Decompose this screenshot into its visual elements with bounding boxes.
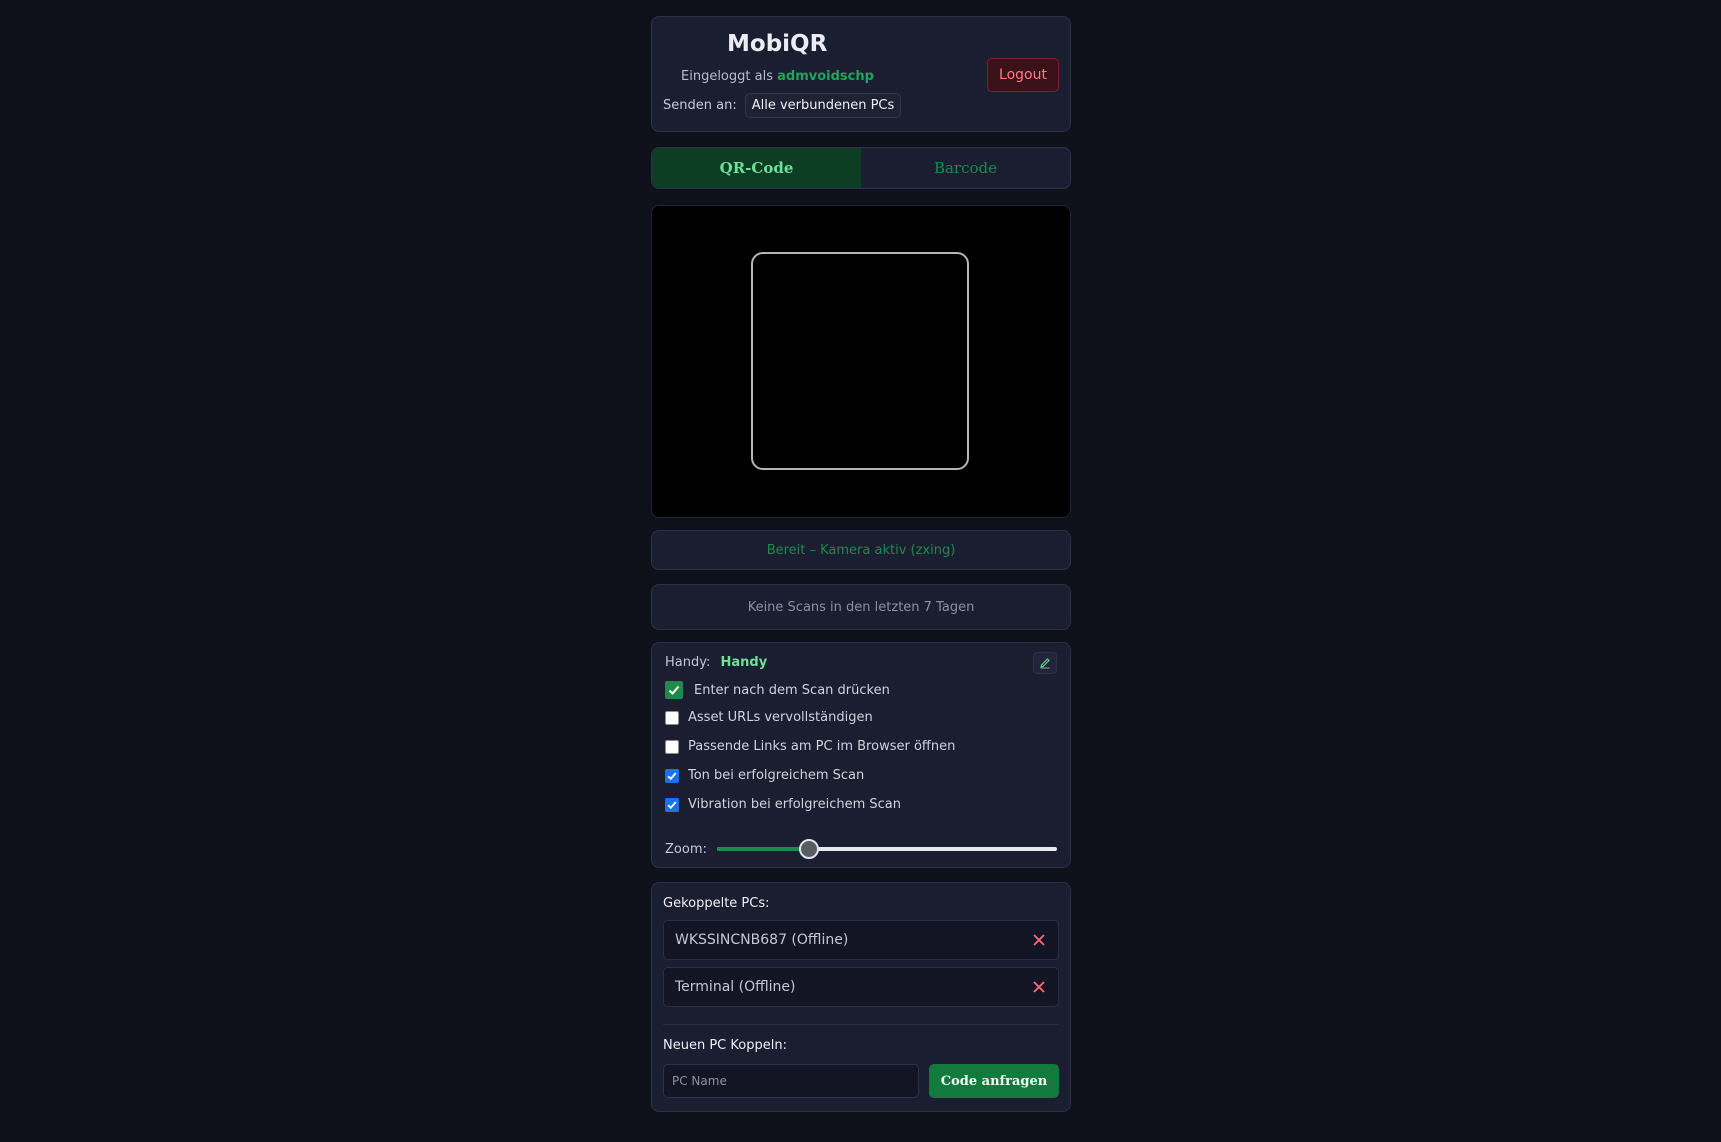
paired-pc-item: Terminal (Offline) xyxy=(663,967,1059,1007)
send-target-label: Senden an: xyxy=(663,98,737,113)
zoom-label: Zoom: xyxy=(665,841,707,857)
header-card: MobiQR Eingeloggt als admvoidschp Senden… xyxy=(651,16,1071,132)
zoom-slider[interactable] xyxy=(716,839,1057,859)
remove-pc-button[interactable] xyxy=(1030,978,1048,996)
remove-pc-button[interactable] xyxy=(1030,931,1048,949)
settings-card: Handy: Handy Enter nach dem Scan drücken… xyxy=(651,642,1071,868)
pencil-icon xyxy=(1040,658,1050,669)
option-label: Vibration bei erfolgreichem Scan xyxy=(688,797,902,812)
check-icon xyxy=(668,685,680,695)
option-open-links-on-pc[interactable]: Passende Links am PC im Browser öffnen xyxy=(665,739,955,754)
scanner-status: Bereit – Kamera aktiv (zxing) xyxy=(651,530,1071,570)
option-label: Enter nach dem Scan drücken xyxy=(694,682,890,698)
option-label: Asset URLs vervollständigen xyxy=(688,710,873,725)
device-row: Handy: Handy xyxy=(665,655,767,670)
zoom-row: Zoom: xyxy=(665,839,1057,859)
device-name: Handy xyxy=(720,655,768,670)
zoom-slider-fill xyxy=(716,847,809,851)
checkbox-enter-after-scan[interactable] xyxy=(665,681,683,699)
paired-pc-name: WKSSINCNB687 (Offline) xyxy=(675,932,849,948)
pair-new-pc-title: Neuen PC Koppeln: xyxy=(663,1038,787,1053)
device-label: Handy: xyxy=(665,655,711,670)
check-icon xyxy=(667,771,677,780)
divider xyxy=(663,1024,1059,1025)
paired-pc-name: Terminal (Offline) xyxy=(675,979,796,995)
username: admvoidschp xyxy=(777,69,874,84)
request-code-button[interactable]: Code anfragen xyxy=(929,1064,1059,1098)
tab-barcode[interactable]: Barcode xyxy=(861,148,1070,188)
pc-name-input[interactable] xyxy=(663,1064,919,1098)
paired-pcs-title: Gekoppelte PCs: xyxy=(663,896,770,911)
camera-viewfinder xyxy=(651,205,1071,518)
app-container: MobiQR Eingeloggt als admvoidschp Senden… xyxy=(651,16,1071,1112)
scan-history: Keine Scans in den letzten 7 Tagen xyxy=(651,584,1071,630)
checkbox-sound-on-scan[interactable] xyxy=(665,768,679,783)
scan-frame xyxy=(751,252,969,470)
paired-pc-item: WKSSINCNB687 (Offline) xyxy=(663,920,1059,960)
send-target-select[interactable]: Alle verbundenen PCs xyxy=(744,93,902,118)
paired-pcs-card: Gekoppelte PCs: WKSSINCNB687 (Offline) T… xyxy=(651,882,1071,1112)
close-icon xyxy=(1033,934,1045,946)
logged-in-status: Eingeloggt als admvoidschp xyxy=(681,69,874,84)
option-enter-after-scan[interactable]: Enter nach dem Scan drücken xyxy=(665,681,890,699)
logout-button[interactable]: Logout xyxy=(987,58,1059,92)
edit-device-button[interactable] xyxy=(1033,652,1057,674)
option-vibration-on-scan[interactable]: Vibration bei erfolgreichem Scan xyxy=(665,797,901,812)
zoom-slider-thumb[interactable] xyxy=(798,839,819,859)
send-target-row: Senden an: Alle verbundenen PCs xyxy=(663,93,902,118)
checkbox-open-links-on-pc[interactable] xyxy=(665,739,679,754)
scan-mode-tabs: QR-Code Barcode xyxy=(651,147,1071,189)
check-icon xyxy=(667,800,677,809)
option-sound-on-scan[interactable]: Ton bei erfolgreichem Scan xyxy=(665,768,864,783)
option-complete-asset-urls[interactable]: Asset URLs vervollständigen xyxy=(665,710,873,725)
checkbox-complete-asset-urls[interactable] xyxy=(665,710,679,725)
option-label: Ton bei erfolgreichem Scan xyxy=(688,768,865,783)
option-label: Passende Links am PC im Browser öffnen xyxy=(688,739,956,754)
app-title: MobiQR xyxy=(727,31,828,57)
logged-in-prefix: Eingeloggt als xyxy=(681,69,773,84)
checkbox-vibration-on-scan[interactable] xyxy=(665,797,679,812)
tab-qr-code[interactable]: QR-Code xyxy=(652,148,861,188)
close-icon xyxy=(1033,981,1045,993)
